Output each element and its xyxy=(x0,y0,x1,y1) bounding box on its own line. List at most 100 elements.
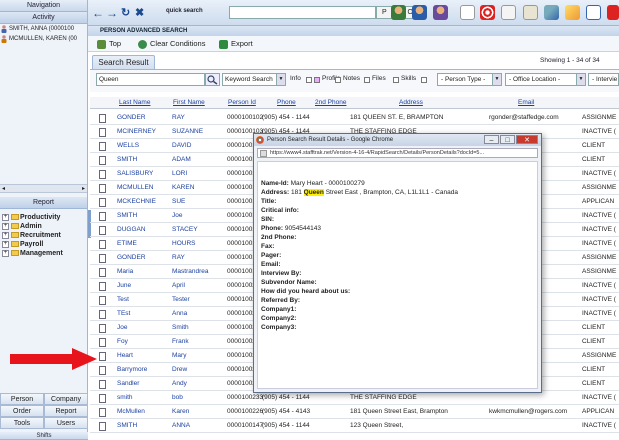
table-cell[interactable]: Barrymore xyxy=(117,363,171,377)
document-icon[interactable] xyxy=(99,380,106,389)
table-cell[interactable]: SUE xyxy=(172,195,226,209)
document-icon[interactable] xyxy=(99,254,106,263)
expand-icon[interactable]: + xyxy=(2,232,9,239)
refresh-icon[interactable]: ↻ xyxy=(121,6,130,19)
notes-icon[interactable] xyxy=(523,5,538,20)
people-icon[interactable] xyxy=(412,5,427,20)
document-icon[interactable] xyxy=(99,226,106,235)
table-cell[interactable]: Frank xyxy=(172,335,226,349)
document-icon[interactable] xyxy=(99,184,106,193)
navigation-header[interactable]: Navigation xyxy=(0,0,87,12)
close-icon[interactable]: ✖ xyxy=(135,6,144,19)
clear-conditions-button[interactable]: Clear Conditions xyxy=(138,39,205,49)
table-cell[interactable]: Andy xyxy=(172,377,226,391)
table-cell[interactable]: Foy xyxy=(117,335,171,349)
table-row[interactable]: smith bob 0000100233 (905) 454 - 1144 THE ST… xyxy=(90,391,619,405)
tree-item-recruitment[interactable]: + Recruitment xyxy=(0,231,87,240)
minimize-button[interactable]: – xyxy=(484,135,499,144)
address-bar[interactable]: https://www4.stafftrak.net/Version-4-16-… xyxy=(257,148,538,158)
keyword-input[interactable]: Queen xyxy=(96,73,205,86)
table-cell[interactable]: GONDER xyxy=(117,111,171,125)
document-icon[interactable] xyxy=(99,240,106,249)
sticky-note-icon[interactable] xyxy=(565,5,580,20)
mail-icon[interactable] xyxy=(586,5,601,20)
tree-item-admin[interactable]: + Admin xyxy=(0,222,87,231)
table-cell[interactable]: WELLS xyxy=(117,139,171,153)
person-button[interactable]: Person xyxy=(0,393,44,405)
table-cell[interactable]: Tester xyxy=(172,293,226,307)
export-button[interactable]: Export xyxy=(219,39,253,49)
col-phone[interactable]: Phone xyxy=(277,99,296,106)
document-icon[interactable] xyxy=(99,212,106,221)
document-icon[interactable] xyxy=(99,408,106,417)
document-icon[interactable] xyxy=(460,5,475,20)
info-checkbox[interactable] xyxy=(306,77,312,83)
table-row[interactable]: SMITH ANNA 0000100147 (905) 454 - 1144 123 Q… xyxy=(90,419,619,433)
tab-search-result[interactable]: Search Result xyxy=(92,55,155,69)
expand-icon[interactable]: + xyxy=(2,250,9,257)
search-icon[interactable] xyxy=(205,73,220,86)
table-cell[interactable]: MCKECHNIE xyxy=(117,195,171,209)
table-cell[interactable]: June xyxy=(117,279,171,293)
table-cell[interactable]: SMITH xyxy=(117,209,171,223)
scroll-left-icon[interactable]: ◂ xyxy=(2,185,5,192)
expand-icon[interactable]: + xyxy=(2,241,9,248)
expand-icon[interactable]: + xyxy=(2,214,9,221)
shifts-button[interactable]: Shifts xyxy=(0,432,88,440)
order-button[interactable]: Order xyxy=(0,405,44,417)
back-arrow-icon[interactable]: ← xyxy=(92,6,104,20)
group-icon[interactable] xyxy=(433,5,448,20)
document-icon[interactable] xyxy=(99,324,106,333)
table-cell[interactable]: RAY xyxy=(172,111,226,125)
report-button[interactable]: Report xyxy=(44,405,88,417)
document-icon[interactable] xyxy=(99,142,106,151)
interview-select[interactable]: - Intervie xyxy=(588,73,619,86)
tree-item-payroll[interactable]: + Payroll xyxy=(0,240,87,249)
company-button[interactable]: Company xyxy=(44,393,88,405)
activity-item[interactable]: SMITH, ANNA (0000100 xyxy=(0,24,87,34)
table-cell[interactable]: Drew xyxy=(172,363,226,377)
col-2nd-phone[interactable]: 2nd Phone xyxy=(315,99,346,106)
horizontal-scrollbar[interactable]: ◂ ▸ xyxy=(0,184,87,193)
table-cell[interactable]: KAREN xyxy=(172,181,226,195)
expand-icon[interactable]: + xyxy=(2,223,9,230)
scroll-right-icon[interactable]: ▸ xyxy=(82,185,85,192)
person-type-select[interactable]: - Person Type - ▼ xyxy=(437,73,502,86)
document-icon[interactable] xyxy=(99,268,106,277)
tree-item-productivity[interactable]: + Productivity xyxy=(0,213,87,222)
forward-arrow-icon[interactable]: → xyxy=(106,6,118,20)
skills-checkbox[interactable] xyxy=(421,77,427,83)
table-cell[interactable]: Heart xyxy=(117,349,171,363)
document-icon[interactable] xyxy=(99,282,106,291)
profile-checkbox[interactable] xyxy=(314,77,320,83)
table-cell[interactable]: smith xyxy=(117,391,171,405)
table-row[interactable]: McMullen Karen 0000100226 (905) 454 - 4143 1… xyxy=(90,405,619,419)
col-person-id[interactable]: Person Id xyxy=(228,99,256,106)
document-icon[interactable] xyxy=(99,366,106,375)
users-button[interactable]: Users xyxy=(44,417,88,429)
document-icon[interactable] xyxy=(99,422,106,431)
table-cell[interactable]: April xyxy=(172,279,226,293)
table-cell[interactable]: bob xyxy=(172,391,226,405)
table-cell[interactable]: STACEY xyxy=(172,223,226,237)
table-cell[interactable]: LORI xyxy=(172,167,226,181)
table-cell[interactable]: McMullen xyxy=(117,405,171,419)
table-cell[interactable]: Sandler xyxy=(117,377,171,391)
table-cell[interactable]: Mastrandrea xyxy=(172,265,226,279)
notes-checkbox[interactable] xyxy=(335,77,341,83)
table-cell[interactable]: SMITH xyxy=(117,419,171,433)
table-cell[interactable]: TEst xyxy=(117,307,171,321)
document-icon[interactable] xyxy=(99,128,106,137)
report-header[interactable]: Report xyxy=(0,197,87,209)
office-location-select[interactable]: - Office Location - ▼ xyxy=(505,73,586,86)
document-icon[interactable] xyxy=(99,310,106,319)
col-email[interactable]: Email xyxy=(518,99,534,106)
activity-item[interactable]: MCMULLEN, KAREN (00 xyxy=(0,34,87,44)
maximize-button[interactable]: □ xyxy=(500,135,515,144)
document-icon[interactable] xyxy=(99,156,106,165)
files-checkbox[interactable] xyxy=(364,77,370,83)
table-cell[interactable]: SUZANNE xyxy=(172,125,226,139)
top-button[interactable]: Top xyxy=(97,39,121,49)
table-cell[interactable]: Smith xyxy=(172,321,226,335)
document-icon[interactable] xyxy=(99,338,106,347)
